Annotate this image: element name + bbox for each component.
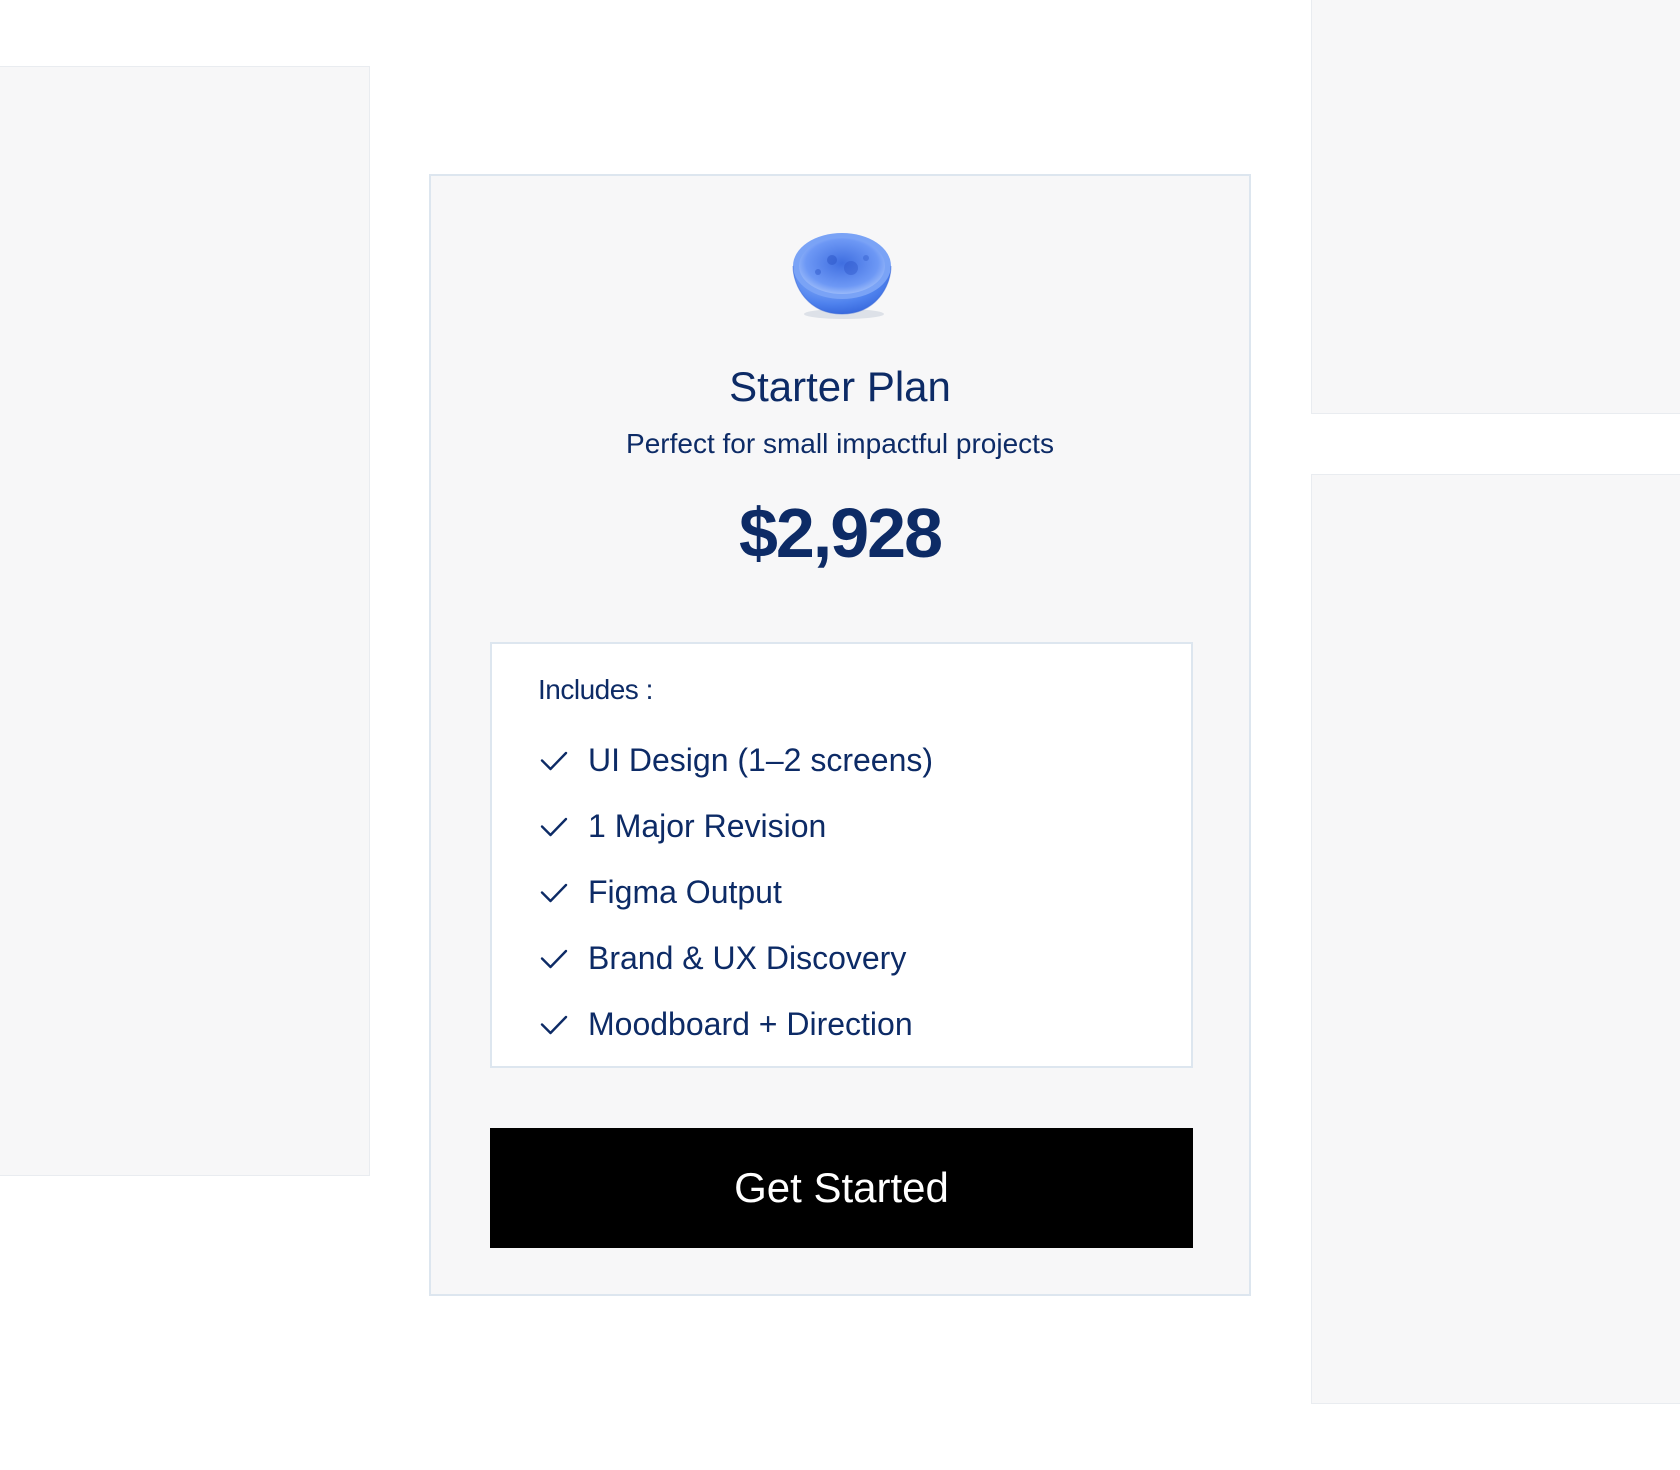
check-icon: [540, 1015, 568, 1035]
adjacent-plan-card-left: [0, 66, 370, 1176]
check-icon: [540, 817, 568, 837]
feature-item: 1 Major Revision: [538, 806, 826, 846]
plan-name: Starter Plan: [729, 363, 951, 410]
plan-description: Perfect for small impactful projects: [626, 428, 1054, 459]
feature-label: UI Design (1–2 screens): [588, 742, 934, 778]
check-icon: [540, 751, 568, 771]
feature-label: 1 Major Revision: [588, 808, 827, 844]
feature-label: Moodboard + Direction: [588, 1006, 913, 1042]
feature-label: Brand & UX Discovery: [588, 940, 907, 976]
feature-item: Figma Output: [538, 872, 782, 912]
plan-price: $2,928: [738, 494, 943, 572]
feature-item: Moodboard + Direction: [538, 1004, 913, 1044]
check-icon: [540, 883, 568, 903]
adjacent-plan-card-right-top: [1311, 0, 1680, 414]
includes-title: Includes :: [538, 674, 653, 705]
feature-item: UI Design (1–2 screens): [538, 740, 933, 780]
includes-box: Includes : UI Design (1–2 screens) 1 Maj…: [490, 642, 1193, 1068]
get-started-button[interactable]: Get Started: [490, 1128, 1193, 1248]
feature-label: Figma Output: [588, 874, 782, 910]
feature-item: Brand & UX Discovery: [538, 938, 906, 978]
blue-bowl-icon: [792, 233, 892, 319]
check-icon: [540, 949, 568, 969]
adjacent-plan-card-right-bottom: [1311, 474, 1680, 1404]
pricing-card: Starter Plan Perfect for small impactful…: [429, 174, 1251, 1296]
